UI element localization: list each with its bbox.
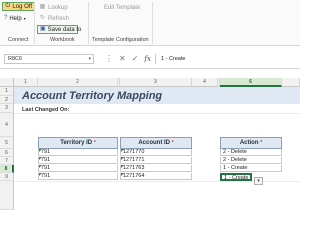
save-data-button[interactable]: ▣ Save data to — [37, 25, 81, 34]
column-header[interactable]: 4 — [192, 78, 218, 87]
chevron-down-icon: ▾ — [88, 56, 91, 62]
row-header[interactable]: 4 — [0, 113, 14, 137]
row-header[interactable]: 5 — [0, 137, 14, 149]
name-box[interactable]: R8C6 ▾ — [4, 54, 94, 64]
group-separator — [88, 2, 89, 44]
fx-icon[interactable]: fx — [144, 54, 151, 64]
log-off-label: Log Off — [12, 3, 32, 10]
action-value: 2 - Delete — [223, 149, 247, 155]
ribbon: ⏻ Log Off ? Help ▾ ▦ Lookup ↻ Refresh ▣ … — [0, 0, 300, 46]
help-icon: ? — [4, 15, 8, 21]
required-marker: * — [260, 140, 263, 146]
account-id-cell[interactable]: 1271763 — [120, 165, 192, 172]
help-label: Help — [9, 15, 22, 22]
required-marker: * — [93, 140, 96, 146]
sheet-title: Account Territory Mapping — [22, 90, 163, 102]
group-separator — [34, 2, 35, 44]
header-account-id-label: Account ID — [138, 140, 171, 146]
territory-id-cell[interactable]: 791 — [38, 149, 118, 156]
action-cell[interactable]: 2 - Delete — [220, 149, 282, 156]
cell-dropdown-button[interactable]: ▾ — [254, 177, 263, 185]
active-action-cell[interactable]: 1 - Create — [220, 173, 252, 181]
edit-template-label: Edit Template — [104, 4, 141, 11]
group-label-template-configuration: Template Configuration — [92, 37, 149, 43]
territory-id-value: 791 — [41, 165, 51, 171]
group-label-workbook: Workbook — [50, 37, 75, 43]
chevron-down-icon: ▾ — [23, 16, 26, 21]
column-header[interactable]: 3 — [120, 78, 192, 87]
action-value: 2 - Delete — [223, 157, 247, 163]
territory-id-value: 791 — [41, 157, 51, 163]
chevron-down-icon: ▾ — [257, 178, 260, 184]
required-marker: * — [171, 140, 174, 146]
save-icon: ▣ — [40, 26, 46, 32]
grid-line — [14, 113, 300, 114]
formula-input[interactable]: 1 - Create — [155, 54, 298, 64]
row-header[interactable]: 9 — [0, 173, 14, 181]
territory-id-cell[interactable]: 791 — [38, 157, 118, 164]
account-id-cell[interactable]: 1271764 — [120, 173, 192, 180]
column-header-empty[interactable] — [282, 78, 300, 87]
edit-template-button[interactable]: Edit Template — [104, 3, 140, 12]
action-value: 1 - Create — [224, 175, 249, 181]
action-cell[interactable]: 1 - Create — [220, 165, 282, 172]
account-id-value: 1271771 — [123, 157, 145, 163]
territory-id-value: 791 — [41, 173, 51, 179]
cancel-icon[interactable]: ✕ — [119, 54, 126, 64]
refresh-icon: ↻ — [39, 15, 46, 21]
row-header[interactable]: 7 — [0, 157, 14, 165]
header-action[interactable]: Action * — [220, 137, 282, 149]
row-header[interactable]: 3 — [0, 104, 14, 113]
action-value: 1 - Create — [223, 165, 248, 171]
account-id-cell[interactable]: 1271770 — [120, 149, 192, 156]
refresh-label: Refresh — [48, 15, 70, 22]
column-header[interactable]: 1 — [14, 78, 38, 87]
header-territory-id-label: Territory ID — [60, 140, 93, 146]
log-off-icon: ⏻ — [5, 3, 11, 9]
group-separator — [152, 2, 153, 44]
account-id-value: 1271764 — [123, 173, 145, 179]
row-header[interactable]: 1 — [0, 87, 14, 96]
header-action-label: Action — [239, 140, 259, 146]
lookup-button[interactable]: ▦ Lookup — [39, 3, 68, 12]
select-all-corner[interactable] — [0, 78, 14, 87]
account-id-cell[interactable]: 1271771 — [120, 157, 192, 164]
account-id-value: 1271770 — [123, 149, 145, 155]
confirm-icon[interactable]: ✓ — [132, 54, 139, 64]
save-data-label: Save data to — [47, 26, 82, 33]
row-header-selected[interactable]: 8 — [0, 165, 14, 173]
territory-id-cell[interactable]: 791 — [38, 165, 118, 172]
account-id-value: 1271763 — [123, 165, 145, 171]
header-account-id[interactable]: Account ID * — [120, 137, 192, 149]
row-header-empty — [0, 181, 14, 210]
more-icon: ⋮ — [105, 54, 113, 63]
group-label-connect: Connect — [8, 37, 29, 43]
column-header-selected[interactable]: 6 — [220, 78, 282, 87]
help-button[interactable]: ? Help ▾ — [2, 14, 26, 23]
header-territory-id[interactable]: Territory ID * — [38, 137, 118, 149]
column-header[interactable]: 2 — [38, 78, 118, 87]
row-header[interactable]: 6 — [0, 149, 14, 157]
action-cell[interactable]: 2 - Delete — [220, 157, 282, 164]
lookup-icon: ▦ — [39, 4, 46, 10]
refresh-button[interactable]: ↻ Refresh — [39, 14, 69, 23]
row-header[interactable]: 2 — [0, 96, 14, 104]
lookup-label: Lookup — [48, 4, 68, 11]
territory-id-cell[interactable]: 791 — [38, 173, 118, 180]
log-off-button[interactable]: ⏻ Log Off — [2, 2, 35, 11]
territory-id-value: 791 — [41, 149, 51, 155]
name-box-value: R8C6 — [8, 56, 23, 62]
formula-bar: R8C6 ▾ ⋮ ✕ ✓ fx 1 - Create — [0, 47, 300, 69]
